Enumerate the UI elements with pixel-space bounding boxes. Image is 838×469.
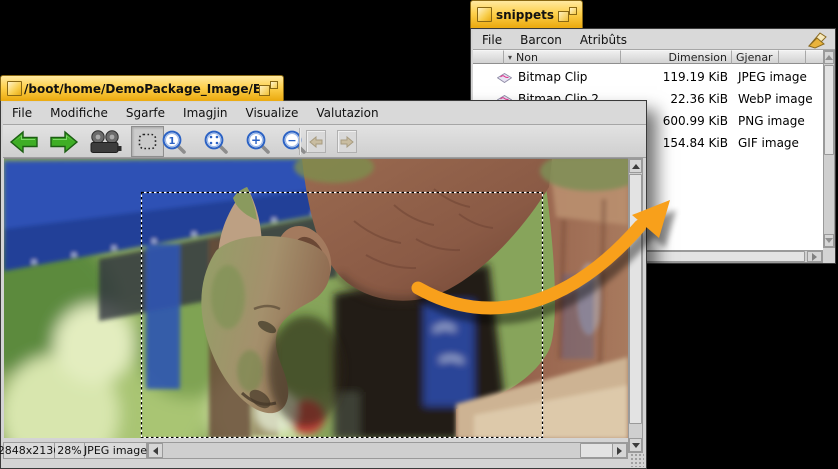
close-icon[interactable] [477, 7, 492, 22]
viewer-menubar: File Modifiche Sgarfe Imagjin Visualize … [3, 102, 646, 125]
slideshow-icon [88, 130, 122, 155]
forward-icon [49, 130, 79, 154]
snippets-title-bar[interactable]: snippets [470, 0, 583, 28]
menu-file[interactable]: File [473, 31, 511, 49]
menu-visualize[interactable]: Visualize [237, 104, 308, 122]
forward-button[interactable] [48, 129, 80, 155]
status-zoom-level: 28% [55, 442, 85, 459]
menu-barcon[interactable]: Barcon [511, 31, 571, 49]
scroll-up-icon[interactable] [824, 51, 834, 64]
gargoyle-photo [4, 159, 628, 438]
column-header-name[interactable]: ▾ Non [504, 50, 621, 64]
zoom-out-button[interactable]: − [280, 128, 307, 155]
scrollbar-thumb[interactable] [580, 443, 613, 458]
viewer-window-body: File Modifiche Sgarfe Imagjin Visualize … [0, 100, 647, 469]
snippets-vscrollbar[interactable] [823, 50, 835, 248]
scroll-right-icon[interactable] [807, 251, 822, 262]
page-next-icon [340, 136, 354, 148]
column-header-size[interactable]: Dimension [621, 50, 732, 64]
photo-canvas[interactable] [4, 158, 628, 438]
scroll-down-icon[interactable] [824, 234, 834, 247]
list-header: ▾ Non Dimension Gjenar [473, 50, 823, 64]
close-icon[interactable] [7, 81, 22, 96]
zoom-window-icon[interactable] [259, 81, 278, 96]
zoom-window-icon[interactable] [558, 7, 577, 22]
zoom-in-button[interactable]: + [244, 128, 271, 155]
desktop: snippets File Barcon Atribûts [0, 0, 838, 469]
viewer-vscrollbar[interactable] [628, 158, 643, 453]
menu-sgarfe[interactable]: Sgarfe [117, 104, 174, 122]
zoom-original-icon: 1 [161, 129, 187, 155]
page-prev-button[interactable] [306, 130, 326, 153]
scroll-down-icon[interactable] [629, 438, 642, 452]
zoom-in-icon: + [245, 129, 271, 155]
menu-file[interactable]: File [3, 104, 41, 122]
header-spacer [806, 50, 823, 64]
zoom-original-button[interactable]: 1 [160, 128, 187, 155]
header-spacer [779, 50, 806, 64]
slideshow-button[interactable] [87, 129, 123, 155]
menu-imagjin[interactable]: Imagjin [174, 104, 236, 122]
viewer-title-bar[interactable]: /boot/home/DemoPackage_Image/Eagle.jpg [0, 75, 284, 101]
svg-text:−: − [287, 133, 296, 146]
viewer-window: /boot/home/DemoPackage_Image/Eagle.jpg F… [0, 75, 647, 469]
zoom-out-icon: − [281, 129, 307, 155]
viewer-window-title: /boot/home/DemoPackage_Image/Eagle.jpg [22, 82, 259, 96]
resize-grip[interactable] [630, 453, 644, 467]
page-next-button[interactable] [337, 130, 357, 153]
viewer-hscrollbar[interactable] [147, 442, 628, 459]
snippets-menubar: File Barcon Atribûts [473, 30, 835, 50]
zoom-fit-button[interactable] [202, 128, 229, 155]
menu-valutazion[interactable]: Valutazion [307, 104, 387, 122]
page-prev-icon [309, 136, 323, 148]
menu-atributs[interactable]: Atribûts [571, 31, 636, 49]
scroll-left-icon[interactable] [148, 443, 163, 458]
sort-arrow-icon: ▾ [508, 53, 512, 62]
snippets-window-title: snippets [492, 8, 558, 22]
status-bar: 2848x2136 28% JPEG image [3, 442, 147, 459]
svg-text:+: + [250, 133, 260, 147]
menu-modifiche[interactable]: Modifiche [41, 104, 117, 122]
back-icon [9, 130, 39, 154]
zoom-fit-icon [203, 129, 229, 155]
scroll-up-icon[interactable] [629, 159, 642, 173]
viewer-toolbar: 1 + [3, 125, 646, 158]
header-spacer [473, 50, 504, 64]
column-header-kind[interactable]: Gjenar [732, 50, 779, 64]
svg-text:1: 1 [168, 136, 175, 147]
status-file-type: JPEG image [85, 442, 147, 459]
scrollbar-thumb[interactable] [629, 174, 642, 424]
scrollbar-thumb[interactable] [824, 65, 834, 155]
selection-marquee-icon [138, 133, 157, 150]
status-dimensions: 2848x2136 [3, 442, 55, 459]
scroll-right-icon[interactable] [612, 443, 627, 458]
toolbar-separator [299, 128, 300, 155]
back-button[interactable] [8, 129, 40, 155]
